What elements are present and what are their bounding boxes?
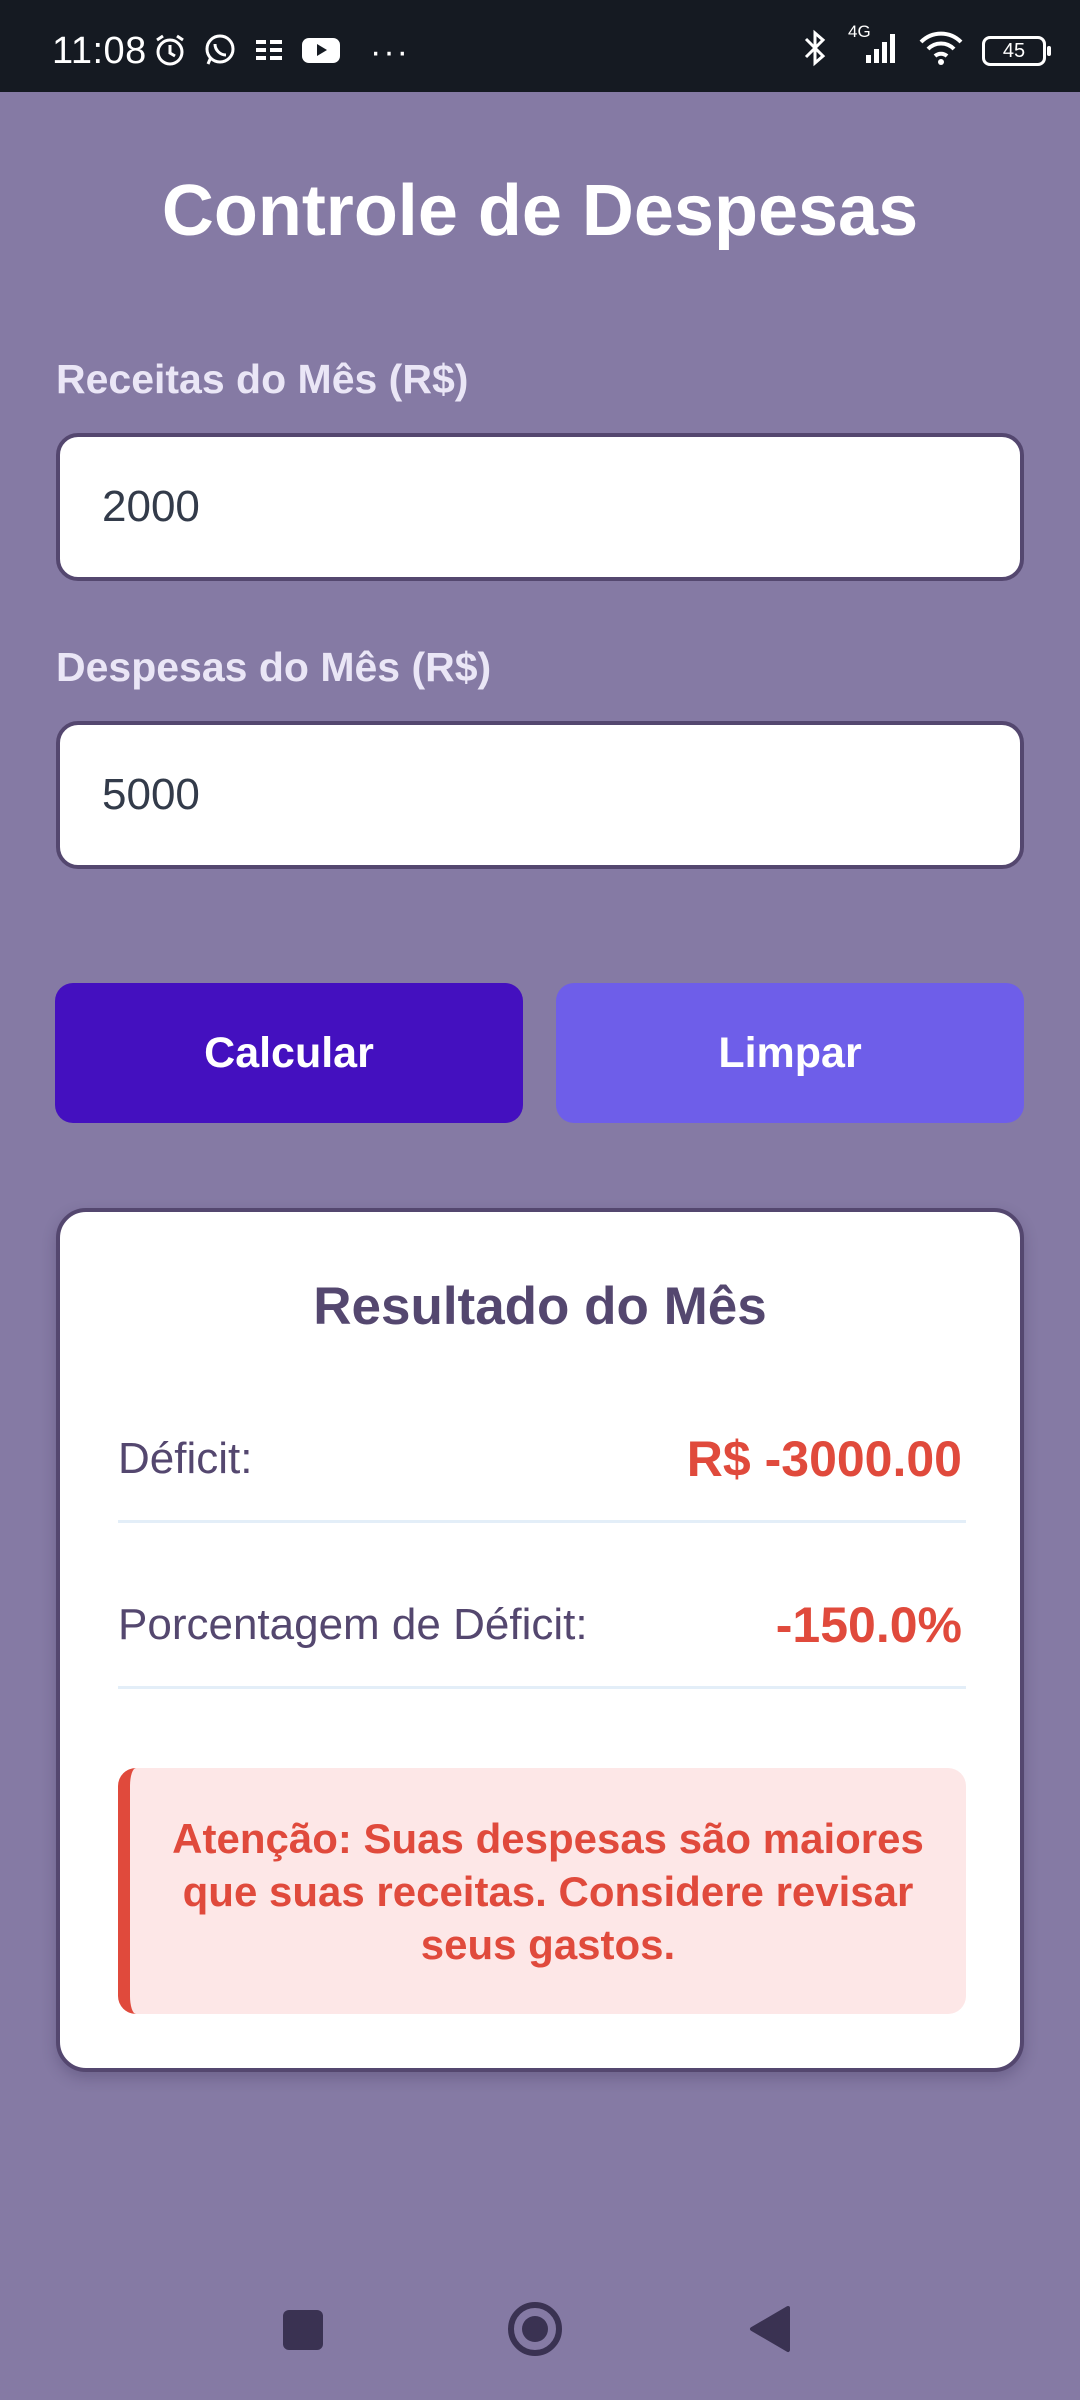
divider bbox=[118, 1520, 966, 1523]
status-time: 11:08 bbox=[52, 30, 147, 72]
deficit-percent-label: Porcentagem de Déficit: bbox=[118, 1600, 588, 1649]
news-icon bbox=[252, 33, 286, 72]
clear-button[interactable]: Limpar bbox=[556, 983, 1024, 1123]
more-icon: ··· bbox=[370, 33, 410, 71]
wifi-icon bbox=[918, 28, 964, 73]
income-input[interactable]: 2000 bbox=[56, 433, 1024, 581]
expenses-label: Despesas do Mês (R$) bbox=[56, 644, 492, 690]
page-title: Controle de Despesas bbox=[161, 171, 919, 251]
deficit-alert: Atenção: Suas despesas são maiores que s… bbox=[118, 1768, 966, 2014]
bluetooth-icon bbox=[800, 28, 830, 73]
recents-square-icon[interactable] bbox=[283, 2310, 323, 2350]
whatsapp-icon bbox=[202, 32, 238, 73]
deficit-alert-text: Atenção: Suas despesas são maiores que s… bbox=[172, 1814, 924, 1968]
deficit-percent-value: -150.0% bbox=[775, 1597, 962, 1653]
result-card: Resultado do Mês Déficit: R$ -3000.00 Po… bbox=[56, 1208, 1024, 2072]
income-label: Receitas do Mês (R$) bbox=[56, 356, 469, 402]
battery-icon: 45 bbox=[982, 35, 1051, 66]
status-notification-icons: ··· bbox=[152, 32, 410, 73]
home-circle-icon[interactable] bbox=[507, 2301, 563, 2357]
back-triangle-icon[interactable] bbox=[748, 2305, 790, 2353]
result-title: Resultado do Mês bbox=[313, 1277, 767, 1336]
calculate-button[interactable]: Calcular bbox=[55, 983, 523, 1123]
deficit-value: R$ -3000.00 bbox=[686, 1431, 962, 1487]
alarm-icon bbox=[152, 32, 188, 73]
network-type-label: 4G bbox=[848, 22, 871, 41]
expenses-input[interactable]: 5000 bbox=[56, 721, 1024, 869]
navigation-bar bbox=[0, 2250, 1080, 2400]
status-bar: 11:08 ··· 4G 45 bbox=[0, 0, 1080, 92]
divider bbox=[118, 1686, 966, 1689]
youtube-icon bbox=[300, 33, 342, 72]
status-system-icons: 4G 45 bbox=[800, 22, 1051, 73]
signal-icon: 4G bbox=[848, 22, 900, 73]
deficit-label: Déficit: bbox=[118, 1434, 253, 1483]
